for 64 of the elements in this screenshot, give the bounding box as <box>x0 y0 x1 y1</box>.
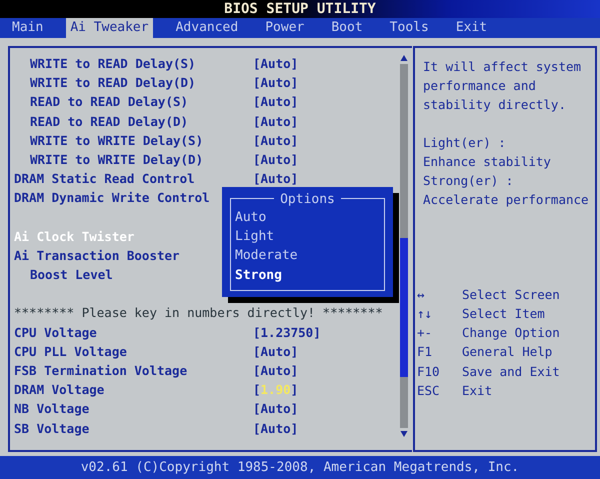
setting-label[interactable]: FSB Termination Voltage <box>14 361 253 380</box>
setting-label[interactable]: READ to READ Delay(S) <box>30 92 253 112</box>
scrollbar-thumb[interactable] <box>400 238 408 377</box>
setting-value[interactable]: [Auto] <box>253 130 298 150</box>
scroll-up-icon[interactable] <box>400 54 408 62</box>
key-action: Exit <box>462 382 492 400</box>
setting-value[interactable]: [Auto] <box>253 399 298 419</box>
setting-value[interactable]: [Auto] <box>253 361 298 380</box>
setting-value[interactable]: [Auto] <box>253 92 298 112</box>
key-action: Change Option <box>462 324 560 342</box>
help-text: Accelerate performance <box>423 191 589 209</box>
option-item[interactable]: Moderate <box>235 246 298 266</box>
setting-value[interactable]: [Auto] <box>253 169 298 188</box>
setting-label[interactable]: WRITE to WRITE Delay(D) <box>30 150 253 170</box>
setting-label[interactable]: DRAM Voltage <box>14 380 253 400</box>
help-text: stability directly. <box>423 96 566 114</box>
setting-value[interactable]: [1.23750] <box>253 322 321 342</box>
menu-tab[interactable]: Ai Tweaker <box>66 18 153 38</box>
key-name: +- <box>417 324 434 342</box>
menu-tab[interactable]: Main <box>8 18 48 38</box>
setting-label[interactable]: WRITE to READ Delay(S) <box>30 54 253 74</box>
help-text: It will affect system <box>423 58 582 76</box>
setting-value[interactable]: [Auto] <box>253 150 298 170</box>
key-name: F1 <box>417 343 434 362</box>
setting-value[interactable]: [Auto] <box>253 54 298 74</box>
key-name: ↑↓ <box>417 304 434 323</box>
setting-label[interactable]: CPU Voltage <box>14 322 253 342</box>
key-action: Save and Exit <box>462 362 560 381</box>
setting-label[interactable]: WRITE to READ Delay(D) <box>30 73 253 92</box>
menu-tab[interactable]: Exit <box>452 18 492 38</box>
setting-value[interactable]: [1.90] <box>253 380 298 400</box>
option-item[interactable]: Auto <box>235 208 298 228</box>
setting-label[interactable]: CPU PLL Voltage <box>14 342 253 361</box>
setting-label[interactable]: NB Voltage <box>14 399 253 419</box>
menu-tab[interactable]: Advanced <box>172 18 242 38</box>
key-action: Select Screen <box>462 286 560 304</box>
option-item[interactable]: Light <box>235 227 298 246</box>
help-text: Strong(er) : <box>423 172 514 190</box>
scroll-down-icon[interactable] <box>400 430 408 438</box>
instruction-text: ******** Please key in numbers directly! ******** <box>14 304 383 322</box>
key-name: F10 <box>417 362 441 381</box>
key-name: ESC <box>417 382 441 400</box>
setting-value[interactable]: [Auto] <box>253 418 298 438</box>
key-name: ↔ <box>417 286 426 304</box>
setting-label[interactable]: WRITE to WRITE Delay(S) <box>30 130 253 150</box>
menu-tab[interactable]: Boot <box>327 18 367 38</box>
window-title: BIOS SETUP UTILITY <box>224 0 376 18</box>
option-item[interactable]: Strong <box>235 266 298 285</box>
scrollbar-track[interactable] <box>400 64 408 428</box>
menu-tab[interactable]: Tools <box>386 18 433 38</box>
help-text: Enhance stability <box>423 153 551 171</box>
help-text: performance and <box>423 77 536 95</box>
key-action: Select Item <box>462 304 545 323</box>
setting-value[interactable]: [Auto] <box>253 73 298 92</box>
setting-label[interactable]: DRAM Static Read Control <box>14 169 253 188</box>
copyright-text: v02.61 (C)Copyright 1985-2008, American Megatrends, Inc. <box>80 460 520 475</box>
setting-label[interactable]: READ to READ Delay(D) <box>30 112 253 131</box>
setting-value[interactable]: [Auto] <box>253 342 298 361</box>
setting-value[interactable]: [Auto] <box>253 112 298 131</box>
menu-tab[interactable]: Power <box>261 18 308 38</box>
popup-title: Options <box>274 192 341 207</box>
help-text: Light(er) : <box>423 134 506 152</box>
setting-label[interactable]: SB Voltage <box>14 418 253 438</box>
key-action: General Help <box>462 343 552 362</box>
